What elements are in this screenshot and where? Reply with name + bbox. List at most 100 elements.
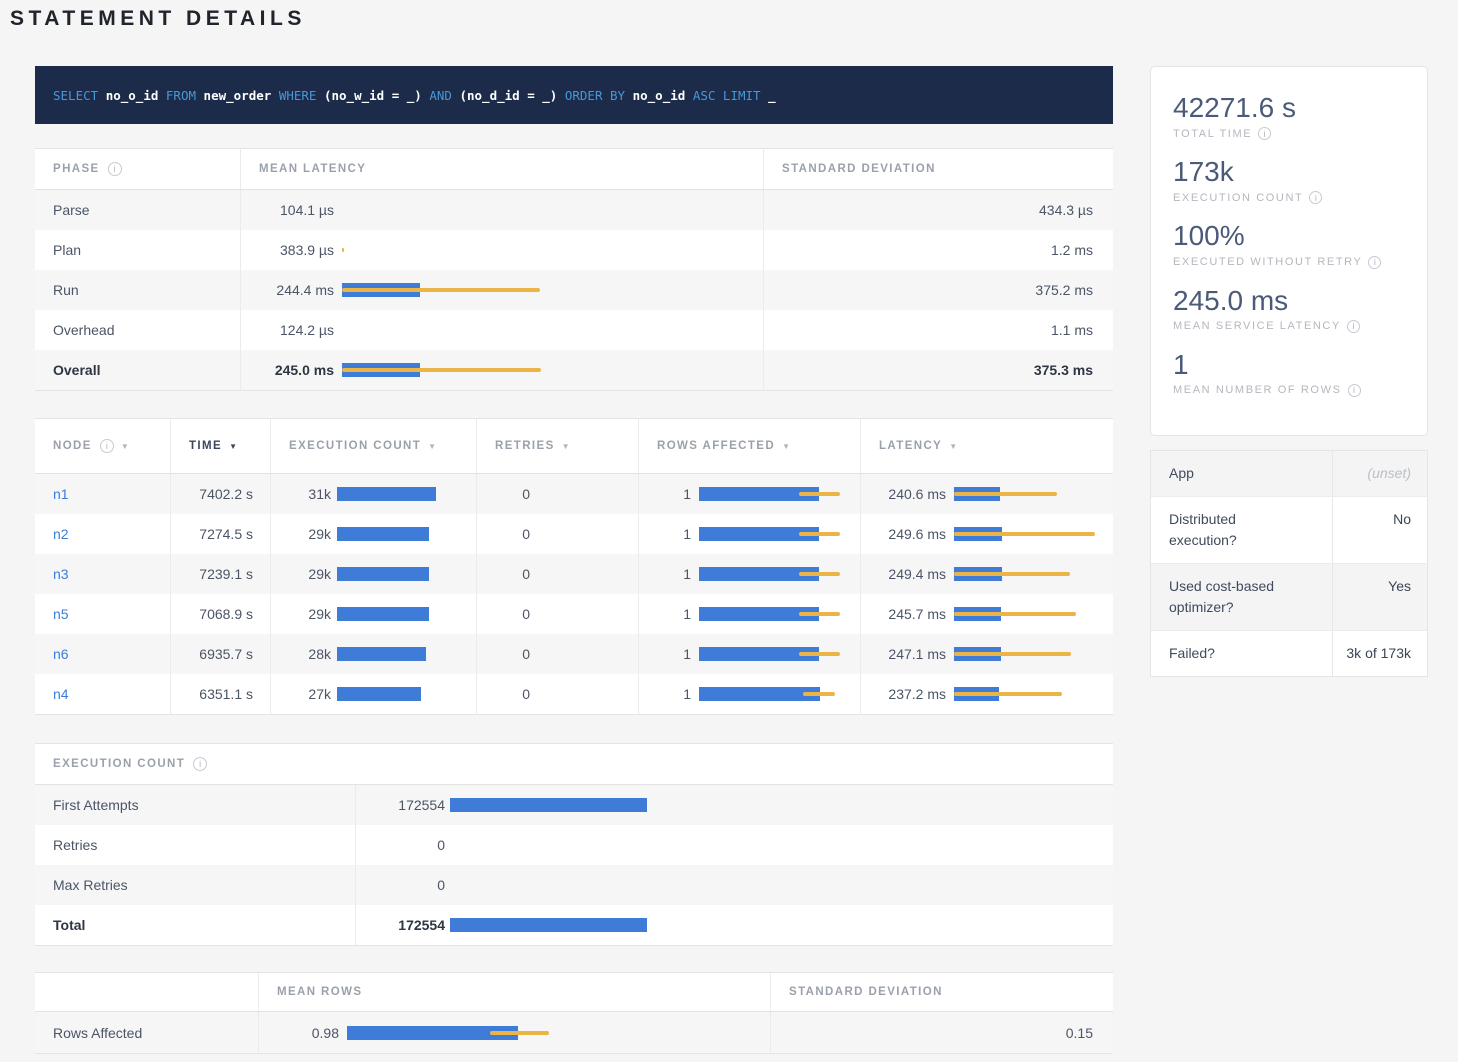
execution-count-value: 31k [271,486,331,502]
row-label: Rows Affected [53,1025,142,1041]
table-row: Rows Affected 0.98 0.15 [35,1012,1113,1053]
info-icon[interactable] [1309,191,1322,204]
retries-value: 0 [477,646,530,662]
retries-value: 0 [477,526,530,542]
count-bar [450,878,1090,892]
table-row: Plan 383.9 µs 1.2 ms [35,230,1113,270]
sort-arrow-icon[interactable]: ▼ [121,442,129,451]
node-link[interactable]: n5 [53,606,69,622]
phase-label: Plan [53,242,81,258]
stat-value: 245.0 ms [1173,285,1405,317]
sort-arrow-icon[interactable]: ▼ [229,442,237,451]
retries-column-header[interactable]: RETRIES ▼ [476,419,638,473]
sort-arrow-icon[interactable]: ▼ [949,442,957,451]
latency-value: 249.6 ms [861,526,946,542]
execution-count-title: EXECUTION COUNT [35,744,1113,784]
phase-table: PHASE MEAN LATENCY STANDARD DEVIATION Pa… [35,148,1113,391]
execution-count-value: 27k [271,686,331,702]
info-icon[interactable] [1347,320,1360,333]
latency-value: 249.4 ms [861,566,946,582]
rows-affected-bar [699,647,849,661]
std-dev-value: 434.3 µs [1039,202,1093,218]
latency-bar [342,363,762,377]
execution-count-column-header[interactable]: EXECUTION COUNT ▼ [270,419,476,473]
latency-column-header[interactable]: LATENCY ▼ [860,419,1113,473]
rows-affected-table: MEAN ROWS STANDARD DEVIATION Rows Affect… [35,972,1113,1054]
row-label: Total [53,917,85,933]
mean-latency-column-header: MEAN LATENCY [240,149,763,189]
node-link[interactable]: n4 [53,686,69,702]
info-icon[interactable] [1348,384,1361,397]
sql-statement: SELECT no_o_id FROM new_order WHERE (no_… [53,88,776,103]
stat-label: MEAN NUMBER OF ROWS [1173,384,1342,396]
info-icon[interactable] [1258,127,1271,140]
stat-value: 42271.6 s [1173,92,1405,124]
execution-count-value: 29k [271,606,331,622]
phase-label: Overhead [53,322,114,338]
rows-affected-value: 1 [639,646,691,662]
execution-count-value: 29k [271,566,331,582]
table-row: Overhead 124.2 µs 1.1 ms [35,310,1113,350]
info-icon[interactable] [1368,256,1381,269]
info-icon[interactable] [100,439,114,453]
node-link[interactable]: n6 [53,646,69,662]
stat-total-time: 42271.6 s TOTAL TIME [1173,92,1405,140]
node-link[interactable]: n1 [53,486,69,502]
time-column-header[interactable]: TIME ▼ [170,419,270,473]
rows-affected-value: 1 [639,486,691,502]
stat-label: EXECUTED WITHOUT RETRY [1173,256,1362,268]
rows-affected-bar [699,527,849,541]
mean-rows-bar [347,1026,767,1040]
phase-label: Overall [53,362,100,378]
count-bar [450,798,1090,812]
sort-arrow-icon[interactable]: ▼ [562,442,570,451]
info-icon[interactable] [193,757,207,771]
node-link[interactable]: n2 [53,526,69,542]
count-value: 172554 [356,917,445,933]
count-bar [450,918,1090,932]
latency-value: 240.6 ms [861,486,946,502]
std-dev-value: 1.1 ms [1051,322,1093,338]
stat-mean-service-latency: 245.0 ms MEAN SERVICE LATENCY [1173,285,1405,333]
execution-count-table: EXECUTION COUNT First Attempts 172554 Re… [35,743,1113,946]
time-value: 7068.9 s [199,606,253,622]
rows-affected-bar [699,567,849,581]
count-value: 172554 [356,797,445,813]
stat-label: MEAN SERVICE LATENCY [1173,320,1341,332]
execution-count-bar [337,607,467,621]
rows-affected-bar [699,487,849,501]
table-row: n1 7402.2 s 31k 0 1 240.6 ms [35,474,1113,514]
attribute-value: No [1333,497,1427,563]
phase-label: Parse [53,202,90,218]
sort-arrow-icon[interactable]: ▼ [782,442,790,451]
rows-affected-column-header[interactable]: ROWS AFFECTED ▼ [638,419,860,473]
table-row: Overall 245.0 ms 375.3 ms [35,350,1113,390]
execution-count-bar [337,647,467,661]
std-dev-value: 375.3 ms [1034,362,1093,378]
rows-affected-table-header: MEAN ROWS STANDARD DEVIATION [35,973,1113,1012]
latency-bar [954,487,1112,501]
count-value: 0 [356,877,445,893]
stat-mean-number-of-rows: 1 MEAN NUMBER OF ROWS [1173,349,1405,397]
latency-bar [342,323,762,337]
row-label: First Attempts [53,797,139,813]
mean-rows-column-header: MEAN ROWS [258,973,770,1011]
attribute-label: App [1151,451,1333,496]
info-icon[interactable] [108,162,122,176]
mean-latency-value: 244.4 ms [259,282,334,298]
latency-bar [954,687,1112,701]
table-row: Retries 0 [35,825,1113,865]
time-value: 6351.1 s [199,686,253,702]
sort-arrow-icon[interactable]: ▼ [428,442,436,451]
latency-bar [954,647,1112,661]
table-row: First Attempts 172554 [35,785,1113,825]
execution-count-value: 28k [271,646,331,662]
execution-count-bar [337,527,467,541]
latency-value: 237.2 ms [861,686,946,702]
main-column: SELECT no_o_id FROM new_order WHERE (no_… [35,66,1113,1054]
attribute-label: Used cost-based optimizer? [1151,564,1333,630]
row-label: Max Retries [53,877,128,893]
count-value: 0 [356,837,445,853]
node-column-header[interactable]: NODE ▼ [35,419,170,473]
node-link[interactable]: n3 [53,566,69,582]
